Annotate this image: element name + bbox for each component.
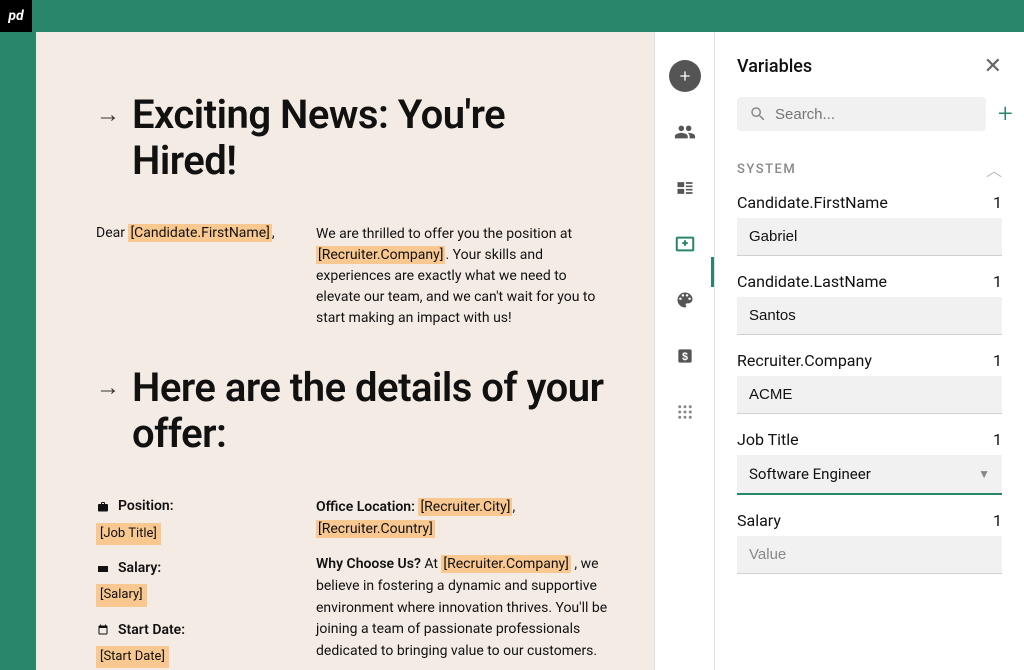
variable-item: Salary 1 xyxy=(737,511,1002,574)
close-icon[interactable]: ✕ xyxy=(984,54,1002,79)
variable-list: Candidate.FirstName 1 Candidate.LastName… xyxy=(715,193,1024,590)
chevron-down-icon: ▼ xyxy=(978,467,990,481)
position-label: Position: xyxy=(118,497,174,517)
document-canvas[interactable]: → Exciting News: You're Hired! Dear [Can… xyxy=(36,32,654,670)
arrow-right-icon: → xyxy=(96,373,120,402)
doc-heading-1: Exciting News: You're Hired! xyxy=(132,92,614,184)
variable-name: Candidate.LastName xyxy=(737,272,887,291)
icon-rail: $ xyxy=(654,32,714,670)
variable-item: Candidate.FirstName 1 xyxy=(737,193,1002,256)
search-input[interactable] xyxy=(775,106,974,123)
briefcase-icon xyxy=(96,500,110,514)
content-button[interactable] xyxy=(669,172,701,204)
variable-name: Salary xyxy=(737,511,781,530)
token-start-date[interactable]: [Start Date] xyxy=(96,646,169,668)
variable-item: Recruiter.Company 1 xyxy=(737,351,1002,414)
search-box[interactable] xyxy=(737,97,986,131)
startdate-label: Start Date: xyxy=(118,621,185,641)
variables-button[interactable] xyxy=(669,228,701,260)
token-job-title[interactable]: [Job Title] xyxy=(96,523,161,545)
token-salary[interactable]: [Salary] xyxy=(96,584,147,606)
token-recruiter-company-1[interactable]: [Recruiter.Company] xyxy=(316,246,445,264)
add-variable-button[interactable]: + xyxy=(998,101,1013,127)
token-recruiter-company-2[interactable]: [Recruiter.Company] xyxy=(441,555,570,573)
variable-value-input[interactable] xyxy=(737,218,1002,256)
doc-heading-2: Here are the details of your offer: xyxy=(132,365,614,457)
why-at: At xyxy=(424,556,441,572)
add-block-button[interactable] xyxy=(669,60,701,92)
variable-name: Candidate.FirstName xyxy=(737,193,888,212)
calendar-icon xyxy=(96,623,110,637)
variable-count: 1 xyxy=(993,511,1002,530)
variable-count: 1 xyxy=(993,193,1002,212)
office-sep: , xyxy=(512,499,515,515)
variable-item: Candidate.LastName 1 xyxy=(737,272,1002,335)
intro-pre: We are thrilled to offer you the positio… xyxy=(316,226,572,242)
variable-count: 1 xyxy=(993,272,1002,291)
salary-label: Salary: xyxy=(118,559,161,579)
app-frame: → Exciting News: You're Hired! Dear [Can… xyxy=(36,32,1024,670)
arrow-right-icon: → xyxy=(96,100,120,129)
token-recruiter-city[interactable]: [Recruiter.City] xyxy=(418,498,512,516)
greeting-block: Dear [Candidate.FirstName], xyxy=(96,224,276,329)
active-rail-indicator xyxy=(711,257,714,287)
search-icon xyxy=(749,105,767,123)
why-label: Why Choose Us? xyxy=(316,556,424,572)
panel-title: Variables xyxy=(737,56,812,77)
chevron-up-icon[interactable]: ︿ xyxy=(986,157,1002,181)
variable-name: Recruiter.Company xyxy=(737,351,872,370)
variable-value-select[interactable]: Software Engineer ▼ xyxy=(737,455,1002,495)
variable-value-input[interactable] xyxy=(737,376,1002,414)
app-logo: pd xyxy=(0,0,32,32)
variable-item: Job Title 1 Software Engineer ▼ xyxy=(737,430,1002,495)
svg-text:$: $ xyxy=(681,351,687,363)
recipients-button[interactable] xyxy=(669,116,701,148)
apps-button[interactable] xyxy=(669,396,701,428)
select-value: Software Engineer xyxy=(749,465,871,483)
variable-value-input[interactable] xyxy=(737,297,1002,335)
money-icon xyxy=(96,562,110,576)
section-label-system: SYSTEM xyxy=(737,162,796,177)
variables-panel: Variables ✕ + SYSTEM ︿ Candidate.FirstNa… xyxy=(714,32,1024,670)
variable-name: Job Title xyxy=(737,430,799,449)
token-candidate-firstname[interactable]: [Candidate.FirstName] xyxy=(128,224,271,242)
design-button[interactable] xyxy=(669,284,701,316)
intro-paragraph: We are thrilled to offer you the positio… xyxy=(316,224,614,329)
variable-value-input[interactable] xyxy=(737,536,1002,574)
dear-label: Dear xyxy=(96,225,128,241)
token-recruiter-country[interactable]: [Recruiter.Country] xyxy=(316,520,435,538)
variable-count: 1 xyxy=(993,430,1002,449)
variable-count: 1 xyxy=(993,351,1002,370)
pricing-button[interactable]: $ xyxy=(669,340,701,372)
office-label: Office Location: xyxy=(316,499,418,515)
